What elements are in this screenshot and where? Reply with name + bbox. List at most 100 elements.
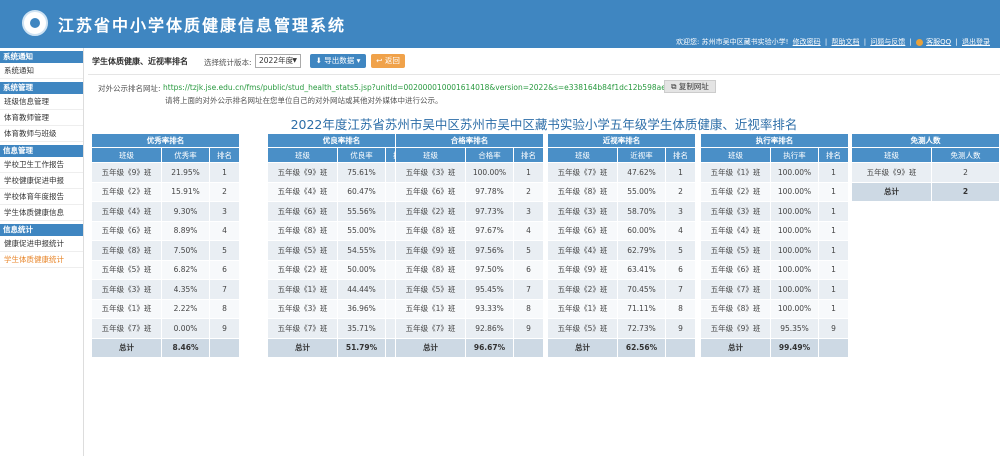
table-row: 五年级《8》班 97.50% 6	[395, 259, 545, 280]
table-row: 五年级《2》班 100.00% 1	[700, 181, 850, 202]
divider	[88, 74, 1000, 75]
table-row: 五年级《5》班 100.00% 1	[700, 240, 850, 261]
table-cell: 五年级《1》班	[547, 298, 618, 319]
back-button[interactable]: ↩ 返回	[371, 54, 405, 68]
table-cell: 五年级《1》班	[395, 298, 466, 319]
table-cell: 五年级《6》班	[395, 181, 466, 202]
table-cell: 五年级《3》班	[395, 162, 466, 183]
table-cell: 100.00%	[770, 201, 819, 222]
table-cell: 五年级《8》班	[267, 220, 338, 241]
total-label: 总计	[267, 337, 338, 358]
table-cell: 15.91%	[161, 181, 210, 202]
total-row: 总计 96.67%	[395, 337, 545, 358]
table-cell: 55.00%	[337, 220, 386, 241]
table-row: 五年级《2》班 15.91% 2	[91, 181, 241, 202]
table-cell: 50.00%	[337, 259, 386, 280]
sidebar-group-stats[interactable]: 信息统计	[0, 224, 83, 236]
sidebar-item-hygiene-report[interactable]: 学校卫生工作报告	[0, 157, 83, 173]
app-title: 江苏省中小学体质健康信息管理系统	[58, 16, 347, 35]
table-cell: 70.45%	[617, 279, 666, 300]
sidebar-item-pe-teachers[interactable]: 体育教师管理	[0, 110, 83, 126]
feedback-link[interactable]: 问题与反馈	[870, 38, 905, 46]
table-row: 五年级《6》班 60.00% 4	[547, 220, 697, 241]
table-row: 五年级《4》班 100.00% 1	[700, 220, 850, 241]
table-cell: 100.00%	[770, 181, 819, 202]
table-cell: 97.56%	[465, 240, 514, 261]
copy-icon: ⧉	[671, 82, 677, 91]
help-docs-link[interactable]: 帮助文档	[831, 38, 859, 46]
table-cell: 6	[512, 259, 545, 280]
table-cell: 100.00%	[770, 162, 819, 183]
back-label: 返回	[384, 56, 400, 65]
table-row: 五年级《7》班 0.00% 9	[91, 318, 241, 339]
export-label: 导出数据	[324, 56, 355, 65]
table-cell: 21.95%	[161, 162, 210, 183]
table-row: 五年级《1》班44.44%7	[267, 279, 417, 300]
qq-icon	[916, 38, 924, 46]
sidebar-item-notice[interactable]: 系统通知	[0, 63, 83, 79]
table-row: 五年级《8》班 55.00% 2	[547, 181, 697, 202]
table-cell: 五年级《3》班	[91, 279, 162, 300]
table-cell: 五年级《4》班	[547, 240, 618, 261]
sidebar-item-pe-annual-report[interactable]: 学校体育年度报告	[0, 189, 83, 205]
table-cell: 58.70%	[617, 201, 666, 222]
sidebar-item-teacher-class[interactable]: 体育教师与班级	[0, 126, 83, 142]
sidebar: 系统通知 系统通知 系统管理 班级信息管理 体育教师管理 体育教师与班级 信息管…	[0, 48, 84, 456]
qq-support-link[interactable]: 客服QQ	[926, 38, 951, 46]
column-header: 班级	[700, 147, 771, 163]
table-cell: 4.35%	[161, 279, 210, 300]
table-row: 五年级《2》班50.00%6	[267, 259, 417, 280]
table-cell: 五年级《8》班	[395, 220, 466, 241]
table-cell: 6	[664, 259, 697, 280]
table-row: 五年级《9》班75.61%1	[267, 162, 417, 183]
table-cell: 7	[208, 279, 241, 300]
table-cell: 100.00%	[770, 240, 819, 261]
sidebar-item-student-health[interactable]: 学生体质健康信息	[0, 205, 83, 221]
table-cell: 5	[208, 240, 241, 261]
table-cell: 9	[208, 318, 241, 339]
export-data-button[interactable]: ⬇ 导出数据 ▾	[310, 54, 366, 68]
column-header: 班级	[395, 147, 466, 163]
version-select-value: 2022年度	[259, 56, 294, 65]
column-header: 排名	[512, 147, 545, 163]
sidebar-group-notice[interactable]: 系统通知	[0, 51, 83, 63]
table-cell: 8.89%	[161, 220, 210, 241]
table-cell: 五年级《9》班	[547, 259, 618, 280]
table-cell: 五年级《1》班	[700, 162, 771, 183]
change-password-link[interactable]: 修改密码	[793, 38, 821, 46]
total-label: 总计	[851, 181, 932, 202]
column-header: 合格率	[465, 147, 514, 163]
total-row: 总计 2	[851, 181, 1000, 202]
download-icon: ⬇	[315, 56, 322, 65]
sidebar-item-health-stats[interactable]: 学生体质健康统计	[0, 252, 83, 268]
sidebar-group-system[interactable]: 系统管理	[0, 82, 83, 94]
sidebar-item-promotion-stats[interactable]: 健康促进申报统计	[0, 236, 83, 252]
table-cell: 1	[512, 162, 545, 183]
column-header: 排名	[208, 147, 241, 163]
table-cell: 1	[817, 240, 850, 261]
good-rate-table: 优良率排名班级优良率排名五年级《9》班75.61%1五年级《4》班60.47%2…	[266, 133, 417, 358]
public-url-link[interactable]: https://tzjk.jse.edu.cn/fms/public/stud_…	[163, 83, 713, 92]
sidebar-item-class-info[interactable]: 班级信息管理	[0, 94, 83, 110]
table-cell: 100.00%	[770, 298, 819, 319]
sidebar-item-health-promotion[interactable]: 学校健康促进申报	[0, 173, 83, 189]
total-empty	[512, 337, 545, 358]
table-row: 五年级《3》班 100.00% 1	[700, 201, 850, 222]
table-cell: 五年级《2》班	[395, 201, 466, 222]
logout-link[interactable]: 退出登录	[962, 38, 990, 46]
sidebar-group-info[interactable]: 信息管理	[0, 145, 83, 157]
version-select[interactable]: 2022年度 ▼	[255, 54, 301, 68]
table-cell: 五年级《2》班	[267, 259, 338, 280]
total-value: 99.49%	[770, 337, 819, 358]
table-cell: 五年级《9》班	[851, 162, 932, 183]
column-header: 班级	[91, 147, 162, 163]
table-row: 五年级《4》班60.47%2	[267, 181, 417, 202]
column-header: 近视率	[617, 147, 666, 163]
table-cell: 3	[512, 201, 545, 222]
table-title: 近视率排名	[546, 133, 697, 148]
table-cell: 7	[664, 279, 697, 300]
table-cell: 五年级《4》班	[91, 201, 162, 222]
user-links: 欢迎您: 苏州市吴中区藏书实验小学! 修改密码 | 帮助文档 | 问题与反馈 |…	[676, 38, 990, 46]
table-row: 五年级《1》班 2.22% 8	[91, 298, 241, 319]
copy-url-button[interactable]: ⧉ 复制网址	[664, 80, 716, 93]
